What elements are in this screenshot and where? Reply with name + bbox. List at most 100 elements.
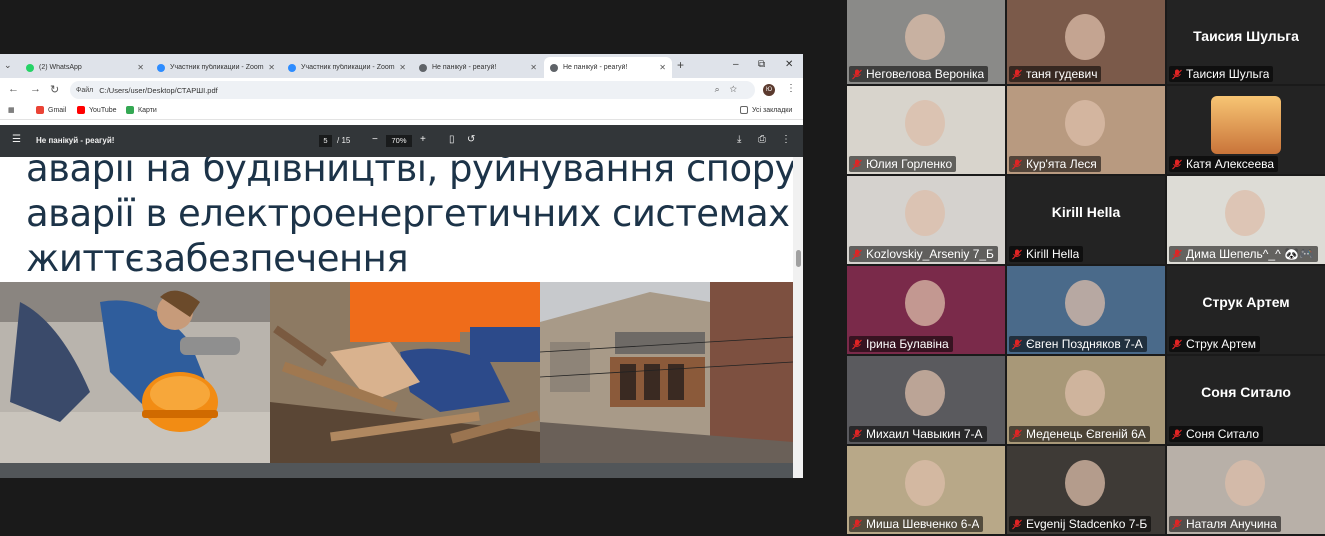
participant-silhouette [905, 370, 945, 416]
tab-search-chevron-icon[interactable]: ⌄ [4, 60, 12, 71]
pdf-more-icon[interactable]: ⋮ [781, 134, 791, 145]
bookmark-star-icon[interactable]: ☆ [730, 84, 747, 94]
maximize-button[interactable]: ⧉ [758, 59, 765, 70]
close-window-button[interactable]: ✕ [785, 59, 793, 70]
participant-tile[interactable]: Миша Шевченко 6-А [847, 446, 1005, 534]
participant-tile[interactable]: Kozlovskiy_Arseniy 7_Б [847, 176, 1005, 264]
file-info-chip[interactable]: Файл [76, 87, 93, 94]
mic-muted-icon [1012, 159, 1022, 169]
participant-tile[interactable]: Меденець Євгеній 6А [1007, 356, 1165, 444]
participant-tile[interactable]: Соня Ситало Соня Ситало [1167, 356, 1325, 444]
mic-muted-icon [852, 159, 862, 169]
tab-pdf-active[interactable]: Не панікуй - реагуй! ✕ [544, 57, 672, 78]
zoom-meeting-screen: ⌄ (2) WhatsApp ✕ Участник публикации - Z… [0, 0, 1325, 536]
participant-tile[interactable]: таня гудевич [1007, 0, 1165, 84]
minimize-button[interactable]: – [733, 59, 739, 70]
participant-tile[interactable]: Kirill Hella Kirill Hella [1007, 176, 1165, 264]
participant-name: Неговелова Вероніка [866, 67, 985, 81]
participant-display-name: Соня Ситало [1201, 384, 1291, 400]
participant-tile[interactable]: Михаил Чавыкин 7-А [847, 356, 1005, 444]
apps-grid-icon[interactable]: ▦ [8, 106, 15, 114]
reload-icon[interactable]: ↻ [50, 83, 59, 96]
participant-silhouette [1065, 14, 1105, 60]
participant-tile[interactable]: Evgenij Stadcenko 7-Б [1007, 446, 1165, 534]
mic-muted-icon [1172, 69, 1182, 79]
participant-name-tag: Неговелова Вероніка [849, 66, 989, 82]
all-bookmarks[interactable]: Усі закладки [740, 106, 792, 114]
participant-tile[interactable]: Струк Артем Струк Артем [1167, 266, 1325, 354]
participant-name-tag: Меденець Євгеній 6А [1009, 426, 1150, 442]
zoom-search-icon[interactable]: ⌕ [715, 84, 730, 94]
mic-muted-icon [852, 519, 862, 529]
participant-name-tag: Євген Поздняков 7-А [1009, 336, 1147, 352]
mic-muted-icon [1172, 339, 1182, 349]
tab-whatsapp[interactable]: (2) WhatsApp ✕ [20, 57, 150, 78]
mic-muted-icon [1172, 429, 1182, 439]
zoom-out-button[interactable]: − [372, 134, 378, 145]
close-tab-icon[interactable]: ✕ [399, 63, 406, 72]
new-tab-button[interactable]: + [677, 58, 684, 72]
participant-name-tag: Kirill Hella [1009, 246, 1084, 262]
bookmark-youtube[interactable]: YouTube [77, 106, 117, 114]
zoom-icon [157, 63, 165, 72]
participant-tile[interactable]: Євген Поздняков 7-А [1007, 266, 1165, 354]
participant-silhouette [905, 280, 945, 326]
participant-name-tag: Дима Шепель^_^ 🐼🎮 [1169, 246, 1318, 262]
close-tab-icon[interactable]: ✕ [530, 63, 537, 72]
pdf-title: Не панікуй - реагуй! [36, 136, 115, 145]
mic-muted-icon [852, 429, 862, 439]
pdf-scrollbar-thumb[interactable] [796, 250, 801, 267]
participant-silhouette [905, 100, 945, 146]
profile-avatar[interactable]: Ю [763, 84, 775, 96]
pdf-viewer[interactable]: аварії на будівництві, руйнування споруд… [0, 157, 803, 478]
tab-pdf-1[interactable]: Не панікуй - реагуй! ✕ [413, 57, 543, 78]
tab-zoom-2[interactable]: Участник публикации - Zoom ✕ [282, 57, 412, 78]
back-arrow-icon[interactable]: ← [8, 83, 19, 95]
download-icon[interactable]: ⤓ [737, 134, 741, 145]
rotate-icon[interactable]: ↺ [467, 134, 475, 145]
participant-silhouette [1065, 100, 1105, 146]
participant-tile[interactable]: Катя Алексеева [1167, 86, 1325, 174]
participant-tile[interactable]: Неговелова Вероніка [847, 0, 1005, 84]
participant-name-tag: Соня Ситало [1169, 426, 1264, 442]
participant-tile[interactable]: Ірина Булавіна [847, 266, 1005, 354]
participant-display-name: Kirill Hella [1051, 204, 1121, 220]
participant-name: Євген Поздняков 7-А [1026, 337, 1143, 351]
participant-name: Струк Артем [1186, 337, 1256, 351]
participant-tile[interactable]: Кур'ята Леся [1007, 86, 1165, 174]
participant-silhouette [905, 14, 945, 60]
participant-name: Kozlovskiy_Arseniy 7_Б [866, 247, 994, 261]
participant-name: Кур'ята Леся [1026, 157, 1097, 171]
close-tab-icon[interactable]: ✕ [268, 63, 275, 72]
bookmark-maps[interactable]: Карти [126, 106, 157, 114]
mic-muted-icon [852, 69, 862, 79]
address-bar-actions[interactable]: ⌕☆ [715, 84, 747, 95]
participant-tile[interactable]: Таисия Шульга Таисия Шульга [1167, 0, 1325, 84]
participant-name: Наталя Анучина [1186, 517, 1277, 531]
participant-name-tag: Evgenij Stadcenko 7-Б [1009, 516, 1152, 532]
participant-silhouette [1225, 190, 1265, 236]
zoom-input[interactable]: 70% [386, 135, 412, 147]
forward-arrow-icon[interactable]: → [30, 83, 41, 95]
print-icon[interactable]: ⎙ [758, 134, 766, 145]
pdf-scrollbar[interactable] [793, 157, 803, 478]
close-tab-icon[interactable]: ✕ [659, 63, 666, 72]
participant-tile[interactable]: Дима Шепель^_^ 🐼🎮 [1167, 176, 1325, 264]
slide-text-line-1: аварії на будівництві, руйнування споруд… [26, 157, 793, 190]
pdf-menu-icon[interactable]: ☰ [12, 134, 21, 145]
participant-tile[interactable]: Наталя Анучина [1167, 446, 1325, 534]
zoom-in-button[interactable]: + [420, 134, 426, 145]
address-bar[interactable]: Файл C:/Users/user/Desktop/СТАРШІ.pdf ⌕☆ [70, 81, 755, 99]
participant-name-tag: таня гудевич [1009, 66, 1102, 82]
browser-menu-icon[interactable]: ⋮ [786, 83, 796, 94]
participant-tile[interactable]: Юлия Горленко [847, 86, 1005, 174]
page-number-input[interactable]: 5 [319, 135, 332, 147]
participant-silhouette [905, 460, 945, 506]
fit-page-icon[interactable]: ▯ [449, 134, 455, 145]
participant-silhouette [1065, 280, 1105, 326]
bookmark-gmail[interactable]: Gmail [36, 106, 66, 114]
tab-strip: ⌄ (2) WhatsApp ✕ Участник публикации - Z… [0, 54, 803, 78]
tab-zoom-1[interactable]: Участник публикации - Zoom ✕ [151, 57, 281, 78]
close-tab-icon[interactable]: ✕ [137, 63, 144, 72]
participant-name: таня гудевич [1026, 67, 1098, 81]
